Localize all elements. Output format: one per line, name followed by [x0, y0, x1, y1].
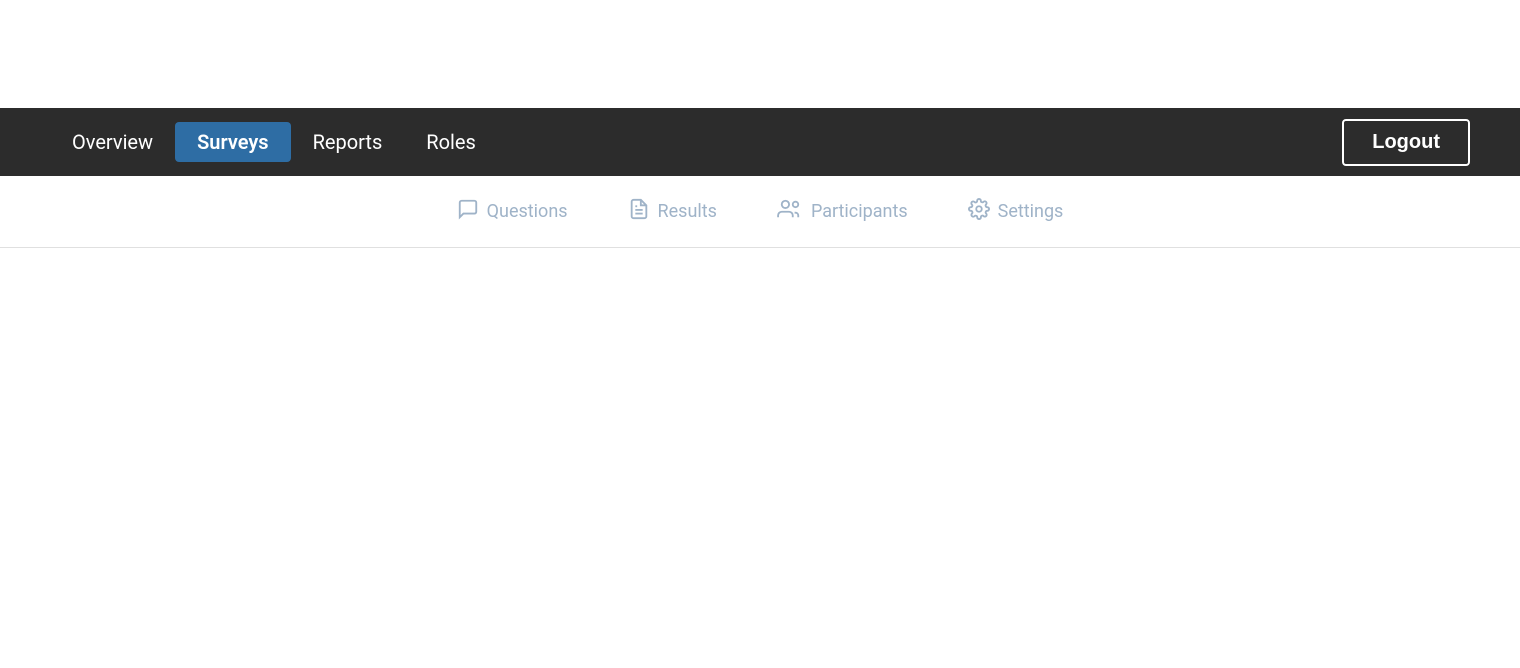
results-label: Results: [658, 201, 717, 222]
results-icon: [628, 198, 650, 225]
logout-button[interactable]: Logout: [1342, 119, 1470, 166]
navbar-left: Overview Surveys Reports Roles: [50, 122, 498, 162]
nav-item-roles[interactable]: Roles: [404, 122, 498, 162]
top-spacer: [0, 0, 1520, 108]
participants-icon: [777, 198, 803, 225]
sub-navbar: Questions Results Participants: [0, 176, 1520, 248]
participants-label: Participants: [811, 201, 908, 222]
questions-label: Questions: [487, 201, 568, 222]
nav-item-overview[interactable]: Overview: [50, 122, 175, 162]
subnav-item-participants[interactable]: Participants: [777, 198, 908, 225]
settings-icon: [968, 198, 990, 225]
subnav-item-settings[interactable]: Settings: [968, 198, 1064, 225]
subnav-item-questions[interactable]: Questions: [457, 198, 568, 225]
nav-item-surveys[interactable]: Surveys: [175, 122, 290, 162]
main-navbar: Overview Surveys Reports Roles Logout: [0, 108, 1520, 176]
content-area: [0, 248, 1520, 668]
questions-icon: [457, 198, 479, 225]
settings-label: Settings: [998, 201, 1064, 222]
nav-item-reports[interactable]: Reports: [291, 122, 405, 162]
subnav-item-results[interactable]: Results: [628, 198, 717, 225]
